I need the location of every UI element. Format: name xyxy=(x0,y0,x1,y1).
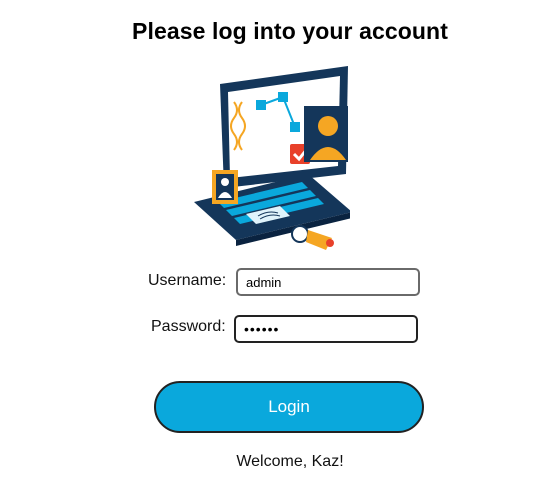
username-input[interactable] xyxy=(236,268,420,296)
page-title: Please log into your account xyxy=(132,18,448,44)
laptop-identity-verification-icon xyxy=(190,62,352,262)
welcome-message: Welcome, Kaz! xyxy=(236,453,344,470)
portrait-head xyxy=(318,116,338,136)
password-input[interactable] xyxy=(234,315,418,343)
username-label: Username: xyxy=(148,272,227,289)
password-label: Password: xyxy=(151,318,226,335)
scanner-key-icon xyxy=(291,225,334,250)
login-button[interactable]: Login xyxy=(154,381,424,433)
